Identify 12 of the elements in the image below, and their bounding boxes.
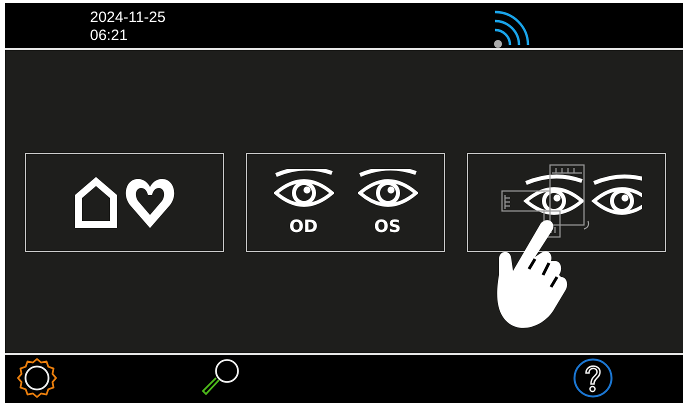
search-icon[interactable] xyxy=(200,358,240,398)
date-text: 2024-11-25 xyxy=(90,9,166,27)
home-icon xyxy=(74,176,116,228)
menu-tile[interactable] xyxy=(25,153,224,252)
time-text: 06:21 xyxy=(90,27,129,45)
menu-tile[interactable]: OD OS xyxy=(246,153,445,252)
help-icon[interactable] xyxy=(573,358,613,398)
settings-icon[interactable] xyxy=(17,358,57,398)
eye-label: OD xyxy=(289,216,318,236)
eye-label: OS xyxy=(374,216,401,236)
menu-tile[interactable] xyxy=(467,153,666,252)
heart-icon xyxy=(125,178,174,228)
